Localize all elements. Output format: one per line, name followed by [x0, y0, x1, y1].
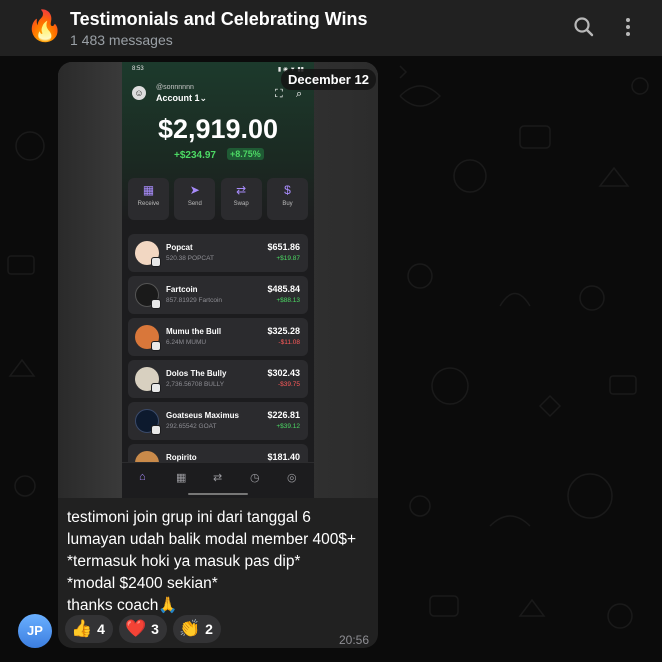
search-icon[interactable]	[571, 14, 597, 40]
token-amount: 2,736.56708 BULLY	[166, 381, 225, 388]
token-value: $325.28	[267, 326, 300, 336]
swap-action: ⇄ Swap	[220, 178, 262, 220]
token-amount: 6.24M MUMU	[166, 339, 207, 346]
token-row: Popcat 520.38 POPCAT $651.86 +$19.87	[128, 234, 308, 272]
buy-action: $ Buy	[266, 178, 308, 220]
grid-icon: ▦	[176, 472, 187, 484]
token-name: Popcat	[166, 243, 193, 252]
message-caption: testimoni join grup ini dari tanggal 6 l…	[67, 507, 372, 617]
balance-change: +$234.97	[174, 150, 216, 161]
account-avatar: ☺	[132, 86, 146, 100]
chain-badge-icon	[151, 299, 161, 309]
token-row: Goatseus Maximus 292.65542 GOAT $226.81 …	[128, 402, 308, 440]
status-bar-time: 8:53	[132, 66, 144, 72]
message-time: 20:56	[338, 633, 369, 647]
reaction-thumbs-up[interactable]: 👍 4	[65, 615, 113, 643]
chain-badge-icon	[151, 383, 161, 393]
message-bubble[interactable]: 8:53 ▮ ◉ ▼ ▮▮ ☺ @sonnnnnn Account 1⌄ ⛶ ⌕…	[58, 62, 378, 648]
chain-badge-icon	[151, 425, 161, 435]
account-name: Account 1⌄	[156, 93, 207, 104]
token-amount: 292.65542 GOAT	[166, 423, 217, 430]
receive-action: ▦ Receive	[128, 178, 169, 220]
reaction-count: 4	[97, 621, 105, 637]
balance-change-percent: +8.75%	[227, 148, 264, 160]
token-change: -$39.75	[277, 381, 300, 388]
token-name: Mumu the Bull	[166, 327, 222, 336]
token-row: Mumu the Bull 6.24M MUMU $325.28 -$11.08	[128, 318, 308, 356]
home-icon: ⌂	[139, 471, 146, 483]
reaction-heart[interactable]: ❤️ 3	[118, 615, 167, 643]
clock-icon: ◷	[250, 472, 260, 484]
channel-avatar-fire-icon[interactable]: 🔥	[26, 8, 63, 46]
home-indicator	[188, 493, 248, 495]
qr-icon: ▦	[142, 183, 155, 197]
token-value: $651.86	[267, 242, 300, 252]
clap-icon: 👏	[178, 619, 201, 638]
send-action: ➤ Send	[174, 178, 216, 220]
account-handle: @sonnnnnn	[156, 84, 194, 91]
token-change: +$19.87	[276, 255, 300, 262]
token-change: -$11.08	[278, 339, 300, 346]
swap-icon: ⇄	[213, 472, 223, 484]
chain-badge-icon	[151, 341, 161, 351]
token-list: Popcat 520.38 POPCAT $651.86 +$19.87 Far…	[128, 234, 308, 486]
caption-line: testimoni join grup ini dari tanggal 6	[67, 509, 311, 526]
send-icon: ➤	[189, 183, 200, 197]
action-label: Swap	[233, 201, 249, 207]
caption-line: thanks coach🙏	[67, 597, 178, 614]
reaction-count: 2	[205, 621, 213, 637]
phone-screenshot: 8:53 ▮ ◉ ▼ ▮▮ ☺ @sonnnnnn Account 1⌄ ⛶ ⌕…	[122, 62, 314, 498]
token-row: Dolos The Bully 2,736.56708 BULLY $302.4…	[128, 360, 308, 398]
caption-line: *termasuk hoki ya masuk pas dip*	[67, 553, 301, 570]
token-name: Fartcoin	[166, 285, 198, 294]
token-change: +$39.12	[276, 423, 300, 430]
dollar-icon: $	[284, 183, 291, 197]
telegram-window: 🔥 Testimonials and Celebrating Wins 1 48…	[0, 0, 662, 662]
account-name-label: Account 1	[156, 93, 200, 103]
chat-area[interactable]: 8:53 ▮ ◉ ▼ ▮▮ ☺ @sonnnnnn Account 1⌄ ⛶ ⌕…	[0, 56, 662, 662]
reaction-count: 3	[151, 621, 159, 637]
token-value: $485.84	[267, 284, 300, 294]
compass-icon: ◎	[287, 472, 297, 484]
caption-line: lumayan udah balik modal member 400$+	[67, 531, 357, 548]
action-label: Buy	[282, 201, 293, 207]
message-photo[interactable]: 8:53 ▮ ◉ ▼ ▮▮ ☺ @sonnnnnn Account 1⌄ ⛶ ⌕…	[58, 62, 378, 498]
token-row: Fartcoin 857.81929 Fartcoin $485.84 +$88…	[128, 276, 308, 314]
token-name: Ropirito	[166, 453, 197, 462]
date-separator: December 12	[281, 69, 376, 90]
token-change: +$88.13	[276, 297, 300, 304]
token-value: $226.81	[267, 410, 300, 420]
reactions: 👍 4 ❤️ 3 👏 2	[65, 615, 221, 643]
wallet-actions: ▦ Receive ➤ Send ⇄ Swap $ Buy	[128, 178, 308, 220]
chat-header[interactable]: 🔥 Testimonials and Celebrating Wins 1 48…	[0, 0, 662, 56]
caption-line: *modal $2400 sekian*	[67, 575, 218, 592]
more-vertical-icon[interactable]	[615, 14, 641, 40]
token-name: Goatseus Maximus	[166, 411, 239, 420]
token-value: $181.40	[267, 452, 300, 462]
token-value: $302.43	[267, 368, 300, 378]
expand-icon: ⛶	[275, 88, 283, 100]
chevron-down-icon: ⌄	[199, 93, 208, 103]
token-amount: 520.38 POPCAT	[166, 255, 214, 262]
action-label: Receive	[137, 201, 160, 207]
thumbs-up-icon: 👍	[71, 619, 93, 638]
message-count: 1 483 messages	[70, 32, 173, 48]
token-amount: 857.81929 Fartcoin	[166, 297, 223, 304]
heart-icon: ❤️	[124, 619, 147, 638]
chain-badge-icon	[151, 257, 161, 267]
action-label: Send	[187, 201, 202, 207]
reaction-clap[interactable]: 👏 2	[172, 615, 221, 643]
wallet-balance: $2,919.00	[157, 114, 279, 144]
token-name: Dolos The Bully	[166, 369, 227, 378]
sender-avatar[interactable]: JP	[18, 614, 52, 648]
swap-icon: ⇄	[236, 183, 247, 197]
channel-title[interactable]: Testimonials and Celebrating Wins	[70, 9, 368, 30]
